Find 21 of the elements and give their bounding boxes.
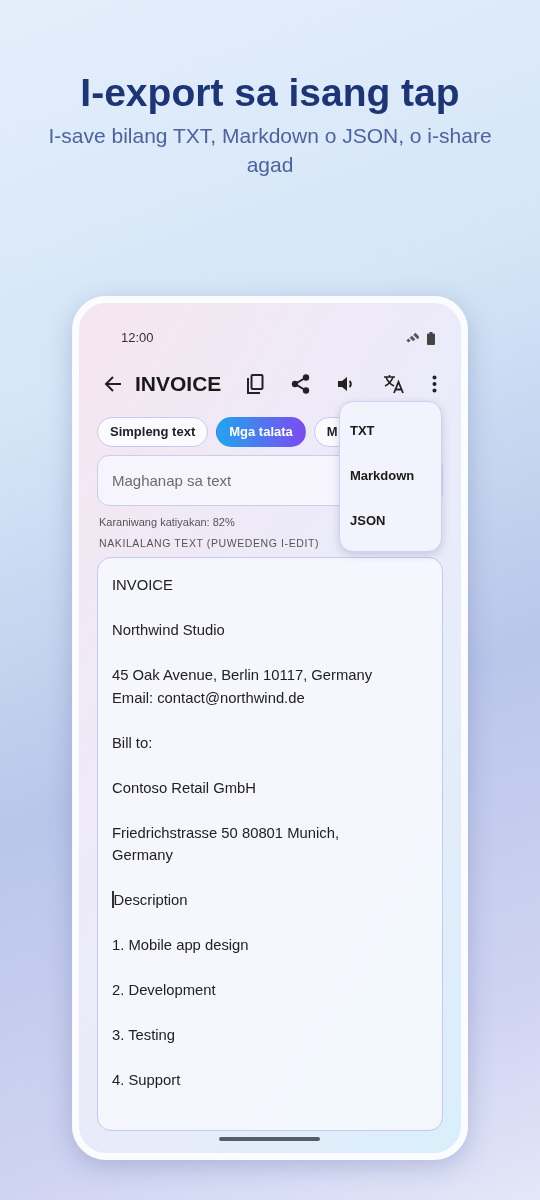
status-time: 12:00 (121, 329, 154, 348)
format-chip[interactable]: Mga talata (216, 417, 306, 447)
app-bar-title: INVOICE (135, 371, 222, 398)
format-chip[interactable]: Simpleng text (97, 417, 209, 447)
menu-item[interactable]: Markdown (340, 453, 441, 498)
text-line: INVOICE (112, 576, 174, 596)
text-line: Email: contact@northwind.de (112, 688, 306, 708)
text-line: Northwind Studio (112, 621, 226, 641)
confidence-text: Karaniwang katiyakan: 82% (99, 515, 235, 530)
text-line: 4. Support (112, 1071, 182, 1091)
headline-subtitle: I-save bilang TXT, Markdown o JSON, o i-share agad (47, 123, 493, 178)
text-line: Contoso Retail GmbH (112, 778, 257, 798)
text-line: 3. Testing (112, 1026, 177, 1046)
text-line: 2. Development (112, 981, 217, 1001)
text-line: Friedrichstrasse 50 80801 Munich, Germany (112, 823, 340, 866)
text-line: 45 Oak Avenue, Berlin 10117, Germany (112, 666, 374, 686)
text-line: Description (113, 892, 188, 909)
text-line: 1. Mobile app design (112, 936, 250, 956)
text-line: Bill to: (112, 733, 154, 753)
headline-title: I-export sa isang tap (79, 70, 461, 116)
section-label: NAKILALANG TEXT (PUWEDENG I-EDIT) (99, 535, 320, 551)
